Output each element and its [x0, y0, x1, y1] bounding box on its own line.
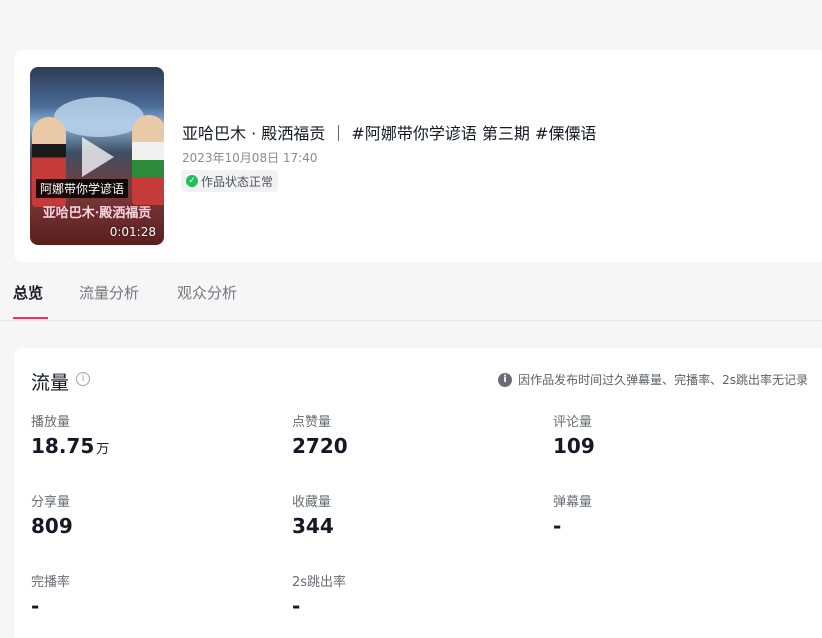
metric-label: 播放量	[31, 415, 71, 430]
data-note: i 因作品发布时间过久弹幕量、完播率、2s跳出率无记录	[498, 371, 808, 388]
status-text: 作品状态正常	[201, 174, 274, 189]
metric-label: 分享量	[31, 495, 71, 510]
info-filled-icon: i	[498, 372, 513, 387]
play-icon[interactable]	[82, 137, 114, 177]
metric-shares: 分享量 809	[31, 491, 73, 538]
check-circle-icon: ✓	[186, 175, 198, 187]
metric-value: 109	[553, 434, 595, 458]
metric-number: 18.75	[31, 434, 95, 458]
video-duration: 0:01:28	[109, 225, 156, 239]
metric-label: 点赞量	[292, 415, 332, 430]
metric-plays: 播放量 18.75 万	[31, 411, 109, 458]
metric-label: 收藏量	[292, 495, 332, 510]
traffic-card: 流量 i i 因作品发布时间过久弹幕量、完播率、2s跳出率无记录 播放量 18.…	[14, 348, 822, 638]
tab-overview[interactable]: 总览	[13, 282, 43, 303]
metric-comments: 评论量 109	[553, 411, 595, 458]
section-title: 流量	[31, 372, 70, 394]
active-tab-indicator	[13, 317, 48, 319]
metric-value: 344	[292, 514, 334, 538]
metric-value: -	[31, 594, 40, 618]
video-card: 阿娜带你学谚语 亚哈巴木·殿洒福贡 0:01:28 亚哈巴木 · 殿洒福贡 ｜ …	[14, 50, 822, 262]
thumbnail-scenery	[54, 97, 144, 137]
metric-value: 18.75 万	[31, 434, 109, 458]
status-badge: ✓ 作品状态正常	[181, 170, 279, 192]
metric-favorites: 收藏量 344	[292, 491, 334, 538]
metric-completion-rate: 完播率 -	[31, 571, 70, 618]
metric-danmaku: 弹幕量 -	[553, 491, 592, 538]
thumbnail-subtitle: 亚哈巴木·殿洒福贡	[42, 206, 152, 221]
metric-label: 完播率	[31, 575, 71, 590]
metric-unit: 万	[96, 442, 110, 457]
metric-2s-bounce-rate: 2s跳出率 -	[292, 571, 346, 618]
thumbnail-person-right	[132, 115, 164, 205]
publish-date: 2023年10月08日 17:40	[182, 151, 318, 165]
metric-value: 2720	[292, 434, 348, 458]
metric-value: -	[292, 594, 301, 618]
tab-bar: 总览 流量分析 观众分析	[0, 262, 822, 321]
metric-value: -	[553, 514, 562, 538]
metric-likes: 点赞量 2720	[292, 411, 348, 458]
metric-label: 弹幕量	[553, 495, 593, 510]
metric-label: 2s跳出率	[292, 575, 347, 590]
thumbnail-caption: 阿娜带你学谚语	[36, 179, 129, 198]
tab-traffic-analysis[interactable]: 流量分析	[79, 282, 139, 303]
video-thumbnail[interactable]: 阿娜带你学谚语 亚哈巴木·殿洒福贡 0:01:28	[30, 67, 164, 245]
note-text: 因作品发布时间过久弹幕量、完播率、2s跳出率无记录	[518, 373, 808, 387]
info-icon[interactable]: i	[76, 372, 90, 386]
metric-value: 809	[31, 514, 73, 538]
video-title[interactable]: 亚哈巴木 · 殿洒福贡 ｜ #阿娜带你学谚语 第三期 #傈僳语	[182, 120, 596, 144]
metric-label: 评论量	[553, 415, 593, 430]
tab-audience-analysis[interactable]: 观众分析	[177, 282, 237, 303]
